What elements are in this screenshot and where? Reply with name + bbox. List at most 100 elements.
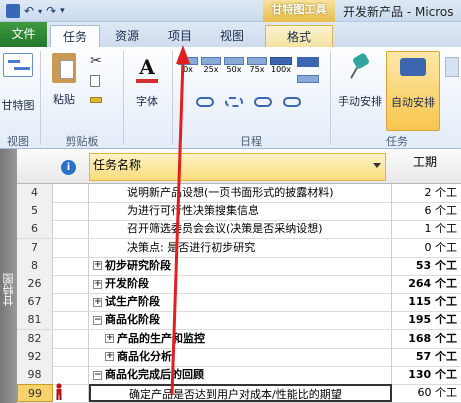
collapse-icon[interactable]: −	[93, 315, 102, 325]
indicator-cell	[53, 184, 89, 202]
tab-task[interactable]: 任务	[50, 25, 100, 47]
move-task-icon[interactable]	[297, 75, 319, 83]
tab-resource[interactable]: 资源	[103, 25, 151, 47]
table-row[interactable]: 98 − 商品化完成后的回顾 130 个工	[17, 366, 461, 385]
info-icon[interactable]: i	[61, 160, 76, 175]
table-row[interactable]: 82 + 产品的生产和监控 168 个工	[17, 329, 461, 349]
row-id-cell[interactable]: 5	[17, 202, 53, 221]
duration-column-header[interactable]: 工期	[413, 153, 437, 170]
tab-format[interactable]: 格式	[265, 25, 333, 47]
view-bar[interactable]: 甘特图	[0, 149, 17, 403]
duration-cell[interactable]: 115 个工	[392, 293, 461, 311]
inactivate-icon[interactable]	[254, 97, 272, 107]
task-name-cell[interactable]: − 商品化完成后的回顾	[89, 366, 392, 384]
table-row[interactable]: 99 确定产品是否达到用户对成本/性能比的期望 60 个工	[17, 384, 461, 403]
expand-icon[interactable]: +	[93, 261, 102, 271]
task-name-cell[interactable]: 说明新产品设想(一页书面形式的披露材料)	[89, 184, 392, 202]
pct-25-label: 25x	[203, 65, 219, 74]
table-row[interactable]: 26 + 开发阶段 264 个工	[17, 275, 461, 294]
manual-schedule-button[interactable]: 手动安排	[334, 52, 386, 109]
task-name-cell[interactable]: + 开发阶段	[89, 275, 392, 293]
redo-icon[interactable]: ↷	[46, 4, 56, 18]
table-row[interactable]: 92 + 商品化分析 57 个工	[17, 347, 461, 367]
duration-cell[interactable]: 0 个工	[392, 239, 461, 257]
task-name-cell[interactable]: 召开筛选委员会会议(决策是否采纳设想)	[89, 220, 392, 239]
task-name-label: 商品化阶段	[105, 313, 160, 327]
row-id-cell[interactable]: 98	[17, 366, 53, 384]
tab-file[interactable]: 文件	[0, 22, 47, 47]
person-indicator-icon	[56, 383, 62, 400]
table-row[interactable]: 81− 商品化阶段 195 个工	[17, 311, 461, 331]
row-id-cell[interactable]: 6	[17, 220, 53, 239]
save-icon[interactable]	[6, 4, 20, 18]
font-button[interactable]: A 字体	[129, 55, 165, 109]
duration-cell[interactable]: 168 个工	[392, 330, 461, 348]
pct-0-button[interactable]: 0x	[178, 57, 198, 74]
duration-cell[interactable]: 57 个工	[392, 348, 461, 366]
task-name-cell[interactable]: + 试生产阶段	[89, 293, 392, 312]
table-row[interactable]: 5 为进行可行性决策搜集信息 6 个工	[17, 202, 461, 222]
gantt-view-button[interactable]: 甘特图	[0, 53, 36, 113]
cut-icon[interactable]: ✂	[90, 53, 108, 69]
chevron-down-icon[interactable]	[373, 163, 381, 168]
expand-icon[interactable]: +	[93, 297, 102, 307]
indicator-cell	[53, 366, 89, 384]
pct-50-label: 50x	[226, 65, 242, 74]
mark-on-track-icon[interactable]	[297, 57, 319, 67]
customize-qat-icon[interactable]: ▾	[60, 6, 65, 16]
row-id-cell[interactable]: 7	[17, 238, 53, 257]
duration-cell[interactable]: 60 个工	[392, 384, 461, 402]
duration-cell[interactable]: 6 个工	[392, 202, 461, 220]
task-name-cell[interactable]: + 初步研究阶段	[89, 256, 392, 275]
undo-dropdown-icon[interactable]: ▾	[38, 7, 42, 16]
task-name-cell[interactable]: 决策点: 是否进行初步研究	[89, 238, 392, 257]
link-tasks-icon[interactable]	[196, 97, 214, 107]
respect-links-icon[interactable]	[283, 97, 301, 107]
task-extra-icon[interactable]	[445, 57, 459, 77]
collapse-icon[interactable]: −	[93, 370, 102, 380]
row-id-cell[interactable]: 82	[17, 329, 53, 348]
task-name-column-header[interactable]: 任务名称	[89, 153, 386, 181]
task-name-cell[interactable]: 为进行可行性决策搜集信息	[89, 202, 392, 221]
duration-cell[interactable]: 130 个工	[392, 366, 461, 384]
row-id-cell[interactable]: 4	[17, 184, 53, 202]
expand-icon[interactable]: +	[93, 279, 102, 289]
paste-button[interactable]: 粘贴	[46, 53, 82, 107]
pct-25-button[interactable]: 25x	[201, 57, 221, 74]
task-sheet: i 任务名称 工期 4 说明新产品设想(一页书面形式的披露材料) 2 个工 5 为进行可…	[17, 149, 461, 403]
row-id-cell[interactable]: 67	[17, 293, 53, 312]
table-row[interactable]: 4 说明新产品设想(一页书面形式的披露材料) 2 个工	[17, 184, 461, 203]
auto-schedule-label: 自动安排	[391, 96, 435, 109]
expand-icon[interactable]: +	[105, 352, 114, 362]
task-name-cell[interactable]: + 产品的生产和监控	[89, 329, 392, 348]
duration-cell[interactable]: 195 个工	[392, 311, 461, 329]
table-row[interactable]: 7 决策点: 是否进行初步研究 0 个工	[17, 238, 461, 258]
tab-project[interactable]: 项目	[157, 25, 203, 47]
row-id-cell[interactable]: 81	[17, 311, 53, 330]
task-name-cell[interactable]: − 商品化阶段	[89, 311, 392, 330]
pct-100-button[interactable]: 100x	[270, 57, 292, 74]
table-row[interactable]: 6 召开筛选委员会会议(决策是否采纳设想) 1 个工	[17, 220, 461, 240]
duration-cell[interactable]: 1 个工	[392, 220, 461, 238]
row-id-cell[interactable]: 26	[17, 275, 53, 293]
expand-icon[interactable]: +	[105, 334, 114, 344]
unlink-tasks-icon[interactable]	[225, 97, 243, 107]
row-id-cell[interactable]: 92	[17, 347, 53, 366]
duration-cell[interactable]: 2 个工	[392, 184, 461, 202]
duration-cell[interactable]: 264 个工	[392, 275, 461, 293]
copy-icon[interactable]	[90, 75, 108, 91]
pct-0-label: 0x	[183, 65, 193, 74]
format-painter-icon[interactable]	[90, 97, 108, 113]
table-row[interactable]: 8 + 初步研究阶段 53 个工	[17, 256, 461, 276]
tab-view[interactable]: 视图	[209, 25, 255, 47]
row-id-cell[interactable]: 8	[17, 256, 53, 275]
table-row[interactable]: 67 + 试生产阶段 115 个工	[17, 293, 461, 313]
undo-icon[interactable]: ↶	[24, 4, 34, 18]
task-name-cell[interactable]: + 商品化分析	[89, 347, 392, 366]
task-name-cell[interactable]: 确定产品是否达到用户对成本/性能比的期望	[89, 384, 392, 403]
auto-schedule-button[interactable]: 自动安排	[386, 51, 440, 131]
row-id-cell[interactable]: 99	[17, 384, 53, 403]
pct-75-button[interactable]: 75x	[247, 57, 267, 74]
duration-cell[interactable]: 53 个工	[392, 257, 461, 275]
pct-50-button[interactable]: 50x	[224, 57, 244, 74]
